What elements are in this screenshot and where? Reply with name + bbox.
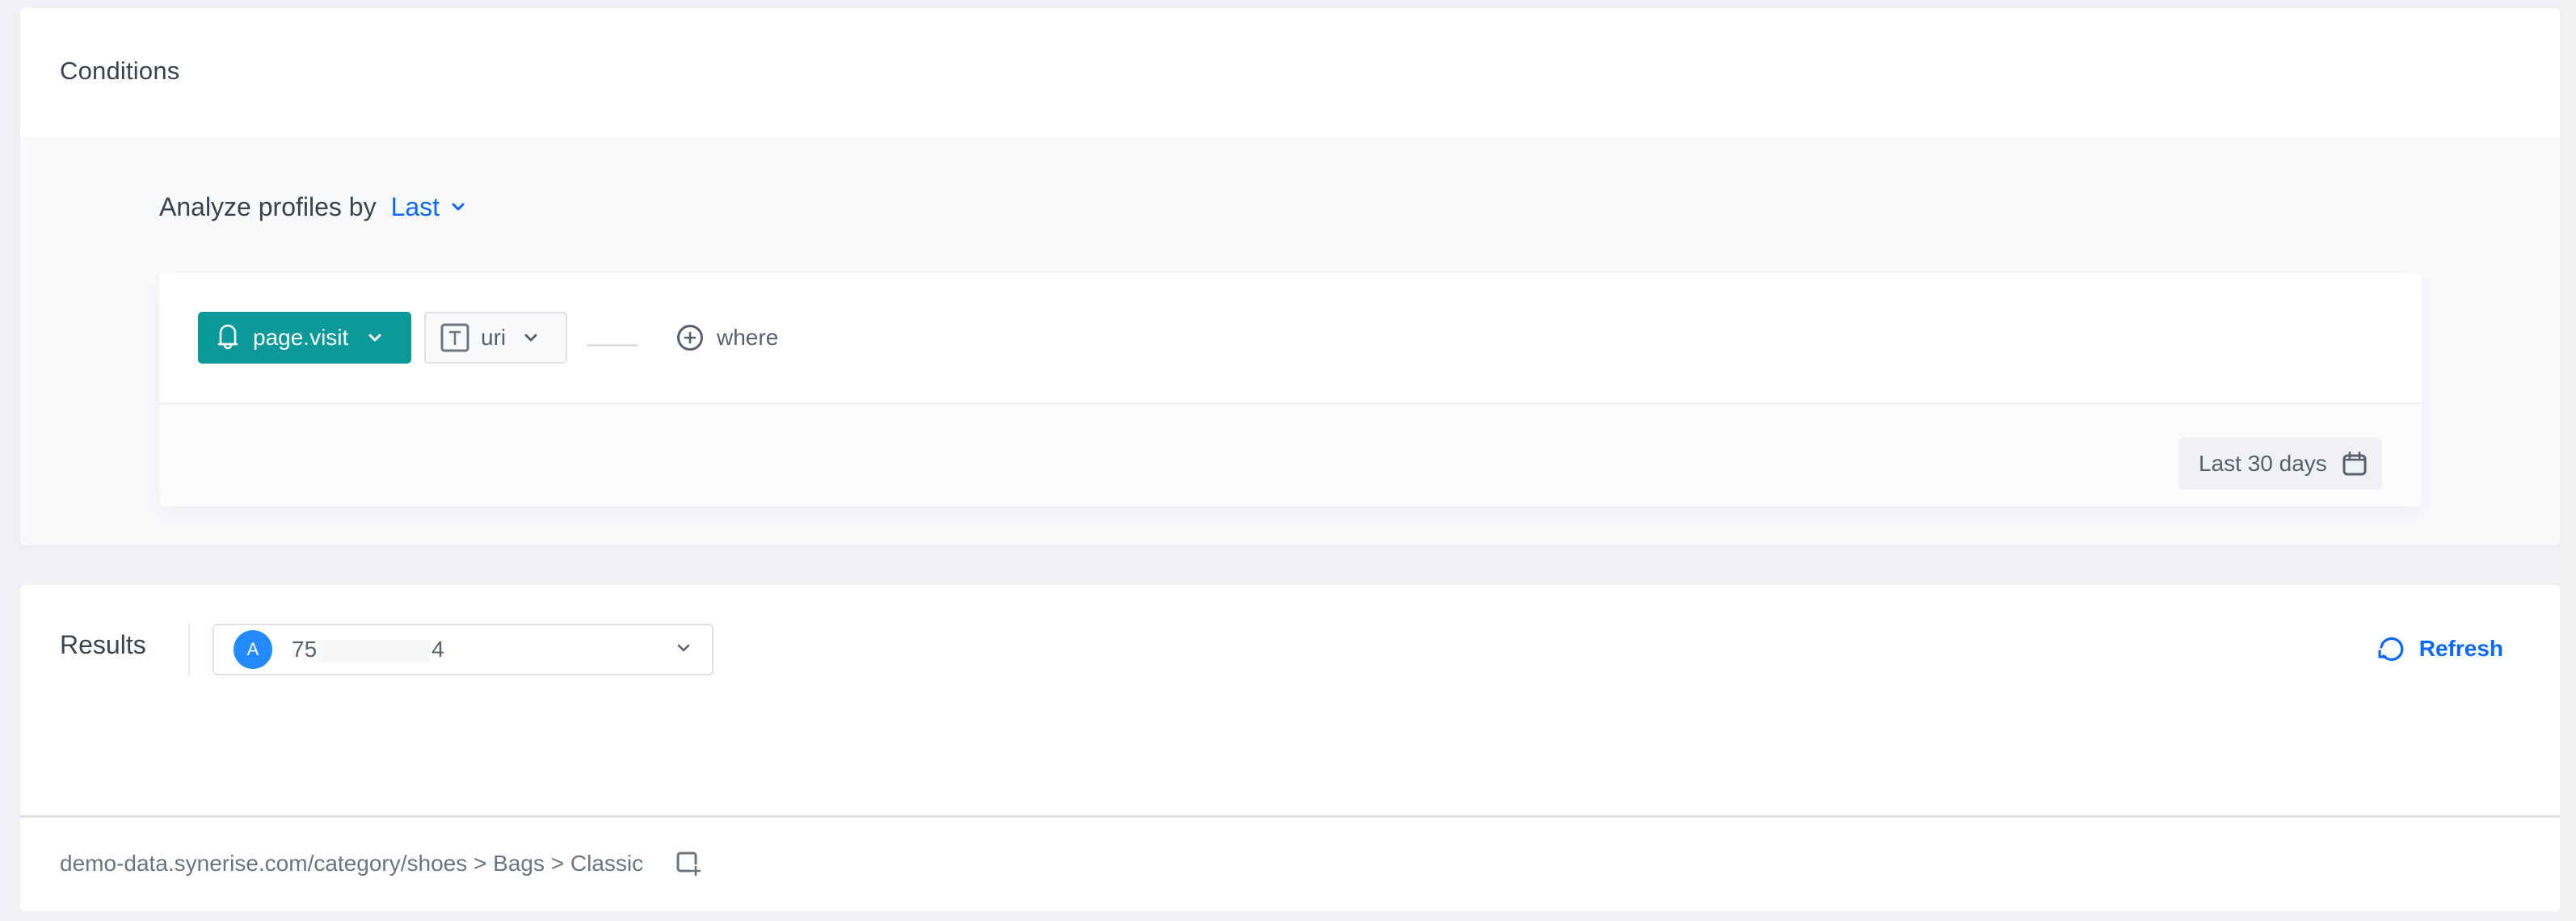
results-divider [20,815,2560,818]
parameter-select-button[interactable]: uri [424,312,567,364]
result-value: demo-data.synerise.com/category/shoes > … [60,851,644,876]
analyze-profiles-row: Analyze profiles by Last [159,187,465,226]
refresh-button[interactable]: Refresh [2377,635,2503,662]
chevron-down-icon [452,203,465,211]
result-row: demo-data.synerise.com/category/shoes > … [60,847,701,880]
profile-id: 75 4 [292,637,444,662]
filter-card: page.visit uri where Last 30 days [159,273,2422,507]
chevron-down-icon [677,644,690,652]
conditions-title: Conditions [60,57,180,85]
connector-line [587,344,638,347]
date-range-button[interactable]: Last 30 days [2178,438,2382,490]
chevron-down-icon [524,334,537,342]
plus-circle-icon [677,325,703,351]
profile-id-suffix: 4 [431,637,444,662]
filter-footer: Last 30 days [159,405,2422,507]
parameter-label: uri [481,325,507,350]
date-range-label: Last 30 days [2199,451,2327,476]
results-panel: Results A 75 4 Refresh demo-data.synerise… [20,585,2560,911]
analyze-profiles-label: Analyze profiles by [159,191,377,221]
conditions-header: Conditions [20,8,2560,137]
bell-icon [217,324,238,350]
scrollbar-track [2560,0,2576,921]
header-divider [188,624,190,675]
profile-id-prefix: 75 [292,637,318,662]
conditions-panel: Conditions Analyze profiles by Last page… [20,8,2560,545]
refresh-icon [2378,637,2404,662]
results-title: Results [60,630,146,659]
avatar: A [234,630,272,669]
event-label: page.visit [253,325,349,350]
where-label: where [717,325,779,350]
refresh-label: Refresh [2418,636,2503,661]
profile-select-dropdown[interactable]: A 75 4 [213,624,713,675]
add-to-segment-icon[interactable] [676,851,701,877]
analyze-mode-value: Last [390,191,440,221]
chevron-down-icon [368,334,381,342]
text-type-icon [440,323,469,352]
redacted-region [318,639,431,662]
event-select-button[interactable]: page.visit [198,312,411,364]
calendar-icon [2342,451,2367,476]
filter-row: page.visit uri where [159,273,2422,405]
analyze-mode-dropdown[interactable]: Last [391,192,465,222]
add-where-button[interactable]: where [676,323,778,352]
